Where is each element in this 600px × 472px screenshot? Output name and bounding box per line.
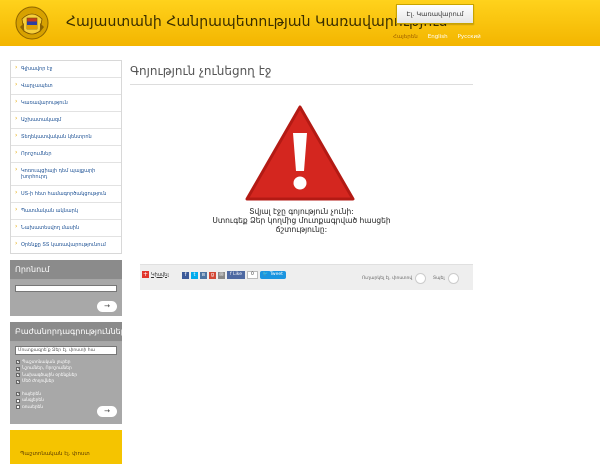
subscribe-email-input[interactable]: Մուտքագրե՛ք Ձեր էլ. փոստի հա xyxy=(15,346,117,355)
nav-item-staff[interactable]: Աշխատակազմ xyxy=(11,112,121,129)
error-message-line: Ստուգեք Ձեր կողմից մուտքագրված հասցեի xyxy=(212,216,391,225)
checkbox-icon xyxy=(16,405,20,410)
facebook-like-button[interactable]: f Like xyxy=(227,271,245,279)
checkbox-icon: ✓ xyxy=(16,366,20,371)
google-plus-icon[interactable]: g xyxy=(209,271,216,279)
checkbox-label: Մեծ ժողովներ xyxy=(22,379,55,385)
checkbox-icon: ✓ xyxy=(16,373,20,378)
nav-item-decisions[interactable]: Որոշումներ xyxy=(11,146,121,163)
subscribe-title: Բաժանորդագրություններ xyxy=(10,322,126,342)
lang-armenian[interactable]: Հայերեն xyxy=(393,34,418,40)
checkbox-icon: ✓ xyxy=(16,360,20,365)
share-button[interactable]: + Կիսվել xyxy=(142,271,169,278)
search-area: → xyxy=(10,280,122,316)
checkbox-label: Նշումներ, Որոշումներ xyxy=(22,366,72,372)
email-share-icon[interactable]: ✉ xyxy=(218,271,225,279)
error-message: Տվյալ էջը գոյություն չունի: Ստուգեք Ձեր … xyxy=(130,207,473,234)
checkbox-label: Պաշտոնական լուրեր xyxy=(22,359,71,365)
like-label: Like xyxy=(233,272,242,277)
send-email-label: Ուղարկել էլ. փոստով xyxy=(362,276,413,281)
share-bar: + Կիսվել f t в g ✉ f Like 0 🐦 Tweet Ուղա… xyxy=(140,264,473,290)
nav-item-cooperation[interactable]: ՍՏ-ի հետ համագործակցություն xyxy=(11,186,121,203)
print-label: Տպել xyxy=(433,276,445,281)
search-box: Որոնում → xyxy=(10,260,122,316)
subscribe-go-button[interactable]: → xyxy=(97,406,117,417)
subscribe-box: Բաժանորդագրություններ Մուտքագրե՛ք Ձեր էլ… xyxy=(10,322,126,424)
checkbox-icon xyxy=(16,398,20,403)
header: Հայաստանի Հանրապետության Կառավարություն … xyxy=(0,0,600,46)
error-message-line: Տվյալ էջը գոյություն չունի: xyxy=(249,207,354,216)
nav-item-law[interactable]: Օրենքը ՏՏ կառավարությունում xyxy=(11,237,121,253)
search-go-button[interactable]: → xyxy=(97,301,117,312)
nav-item-planned[interactable]: Նախատեսվող մասին xyxy=(11,220,121,237)
nav-item-government[interactable]: Կառավարություն xyxy=(11,95,121,112)
page-title: Գոյություն չունեցող էջ xyxy=(130,64,473,85)
nav-item-history[interactable]: Պատմական ակնարկ xyxy=(11,203,121,220)
official-email-label: Պաշտոնական էլ. փոստ xyxy=(20,451,90,457)
sidebar-nav: Գլխավոր էջ Վարչապետ Կառավարություն Աշխատ… xyxy=(10,60,122,254)
site-title[interactable]: Հայաստանի Հանրապետության Կառավարություն xyxy=(66,14,447,30)
checkbox-icon: ✓ xyxy=(16,379,20,384)
checkbox-icon: ✓ xyxy=(16,392,20,397)
twitter-icon[interactable]: t xyxy=(191,271,198,279)
tweet-button[interactable]: 🐦 Tweet xyxy=(259,271,286,279)
checkbox-label: անգլերեն xyxy=(22,398,44,404)
send-by-email-button[interactable]: Ուղարկել էլ. փոստով xyxy=(362,273,427,284)
lang-english[interactable]: English xyxy=(428,34,448,40)
nav-item-info-center[interactable]: Տեղեկատվական կենտրոն xyxy=(11,129,121,146)
sidebar: Գլխավոր էջ Վարչապետ Կառավարություն Աշխատ… xyxy=(10,60,126,464)
main-content: Գոյություն չունեցող էջ Տվյալ էջը գոյությ… xyxy=(130,60,473,290)
tweet-label: Tweet xyxy=(269,272,283,277)
like-count: 0 xyxy=(247,271,258,279)
search-input[interactable] xyxy=(15,285,117,292)
e-government-button[interactable]: Էլ. Կառավարում xyxy=(396,4,474,24)
vk-icon[interactable]: в xyxy=(200,271,207,279)
subscribe-area: Մուտքագրե՛ք Ձեր էլ. փոստի հա ✓ Պաշտոնական… xyxy=(10,342,122,424)
social-icons: f t в g ✉ f Like 0 🐦 Tweet xyxy=(182,271,286,279)
error-message-line: ճշտությունը: xyxy=(275,225,328,234)
nav-item-home[interactable]: Գլխավոր էջ xyxy=(11,61,121,78)
printer-icon xyxy=(447,273,459,284)
plus-icon: + xyxy=(142,271,149,278)
envelope-icon xyxy=(415,273,427,284)
warning-triangle-icon xyxy=(245,105,355,201)
official-email-banner[interactable]: Պաշտոնական էլ. փոստ xyxy=(10,430,122,464)
search-title: Որոնում xyxy=(10,260,122,280)
nav-item-anticorruption[interactable]: Կոռուպցիայի դեմ պայքարի խորհուրդ xyxy=(11,163,121,186)
checkbox-label: հայերեն xyxy=(22,391,41,397)
checkbox-label: ռուսերեն xyxy=(22,404,43,410)
facebook-icon[interactable]: f xyxy=(182,271,189,279)
coat-of-arms-icon[interactable] xyxy=(14,5,50,41)
print-button[interactable]: Տպել xyxy=(433,273,459,284)
checkbox-label: Նախագծային օրենքներ xyxy=(22,372,78,378)
lang-russian[interactable]: Русский xyxy=(458,34,481,40)
share-label: Կիսվել xyxy=(151,271,169,278)
nav-item-prime-minister[interactable]: Վարչապետ xyxy=(11,78,121,95)
language-switcher: Հայերեն English Русский xyxy=(393,34,481,40)
